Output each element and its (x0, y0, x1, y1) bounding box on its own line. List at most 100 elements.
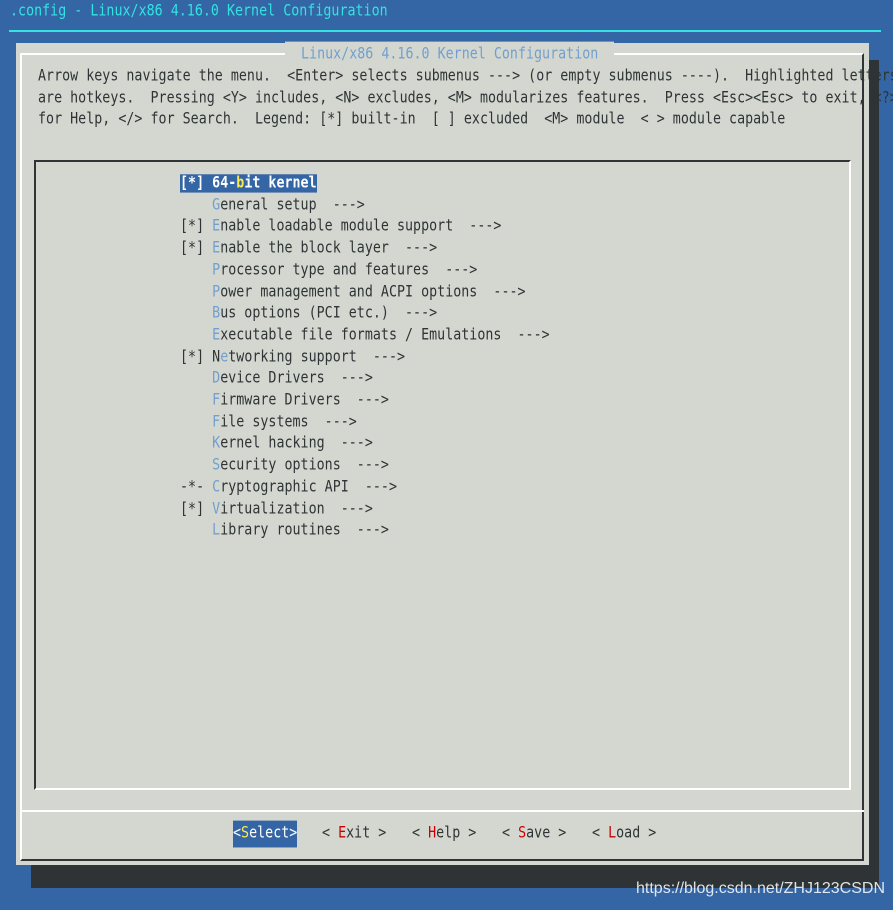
menu-item-state[interactable] (180, 391, 212, 409)
button-hotkey: L (608, 824, 617, 843)
window-title: .config - Linux/x86 4.16.0 Kernel Config… (10, 2, 388, 21)
button-hotkey: E (338, 824, 347, 843)
menu-item-hotkey: C (212, 478, 221, 497)
menu-item-label: irtualization ---> (220, 499, 373, 519)
menu-item-state[interactable] (180, 435, 212, 453)
menu-item-label: it kernel (244, 174, 317, 193)
button-help[interactable]: < Help > (412, 821, 476, 847)
menu-item-hotkey: P (212, 261, 221, 280)
menu-item-content: -*- Cryptographic API ---> (180, 478, 397, 496)
menu-item-content: Power management and ACPI options ---> (180, 283, 526, 301)
menu-item-label-pre: N (212, 347, 221, 367)
menu-item-label: nable loadable module support ---> (220, 217, 502, 236)
menu-item-hotkey: F (212, 391, 221, 410)
button-label: oad (616, 824, 641, 843)
menu-item-label: ower management and ACPI options ---> (220, 282, 526, 302)
button-bracket: > (550, 824, 567, 843)
menu-item-hotkey: P (212, 282, 221, 302)
menu-item-state[interactable] (180, 261, 212, 279)
menu-item-hotkey: S (212, 456, 221, 475)
button-hotkey: H (428, 824, 437, 843)
menu-item-state[interactable] (180, 196, 212, 214)
menu-item-hotkey: K (212, 434, 221, 453)
button-save[interactable]: < Save > (502, 821, 566, 847)
menu-item-label: rocessor type and features ---> (220, 261, 478, 280)
button-bracket: < (233, 824, 242, 843)
button-bracket: > (289, 824, 298, 843)
button-hotkey: S (518, 824, 527, 843)
menu-item-content: Processor type and features ---> (180, 261, 477, 279)
menu-item-state[interactable] (180, 521, 212, 539)
menu-item-hotkey: D (212, 369, 221, 388)
button-bracket: > (460, 824, 477, 843)
watermark: https://blog.csdn.net/ZHJ123CSDN (636, 880, 886, 897)
menu-item-label: ile systems ---> (220, 412, 357, 432)
menu-item-content: General setup ---> (180, 196, 365, 214)
menu-item-label: ryptographic API ---> (220, 478, 397, 497)
button-hotkey: S (241, 824, 250, 843)
title-divider (9, 30, 881, 32)
menu-item-state[interactable]: [*] (180, 239, 212, 257)
menu-item-state[interactable] (180, 413, 212, 431)
menu-item-label: irmware Drivers ---> (220, 391, 389, 410)
menu-item-label: tworking support ---> (228, 347, 406, 367)
button-bracket: < (502, 824, 519, 843)
menu-item-state[interactable]: [*] (180, 500, 212, 518)
menu-item-content: Bus options (PCI etc.) ---> (180, 304, 437, 322)
menu-item-label: ernel hacking ---> (220, 434, 373, 453)
menu-item-content: [*] Enable loadable module support ---> (180, 218, 501, 236)
menu-item-hotkey: V (212, 499, 221, 519)
menu-item-content: Security options ---> (180, 456, 389, 474)
menu-item-label: ibrary routines ---> (220, 521, 389, 540)
menu-item-state[interactable] (180, 304, 212, 322)
menu-item-hotkey: F (212, 412, 221, 432)
menu-item-content: Executable file formats / Emulations ---… (180, 326, 550, 344)
menu-item-hotkey: B (212, 304, 221, 323)
button-load[interactable]: < Load > (592, 821, 656, 847)
menu-item-hotkey: E (212, 326, 221, 345)
button-separator (20, 810, 864, 812)
button-bracket: > (640, 824, 657, 843)
button-bracket: < (322, 824, 339, 843)
button-exit[interactable]: < Exit > (322, 821, 386, 847)
button-select[interactable]: <Select> (233, 820, 298, 848)
menu-item-label: eneral setup ---> (220, 195, 365, 215)
menu-item-label: nable the block layer ---> (220, 239, 438, 258)
menu-item-state[interactable] (180, 283, 212, 301)
menu-item-content: File systems ---> (180, 413, 357, 431)
menu-item-state[interactable] (180, 326, 212, 344)
menu-item-state[interactable]: [*] (180, 218, 212, 236)
menu-item-state[interactable] (180, 370, 212, 388)
menu-item-hotkey: E (212, 239, 221, 258)
menu-item-content: Kernel hacking ---> (180, 435, 373, 453)
menu-item-content: Firmware Drivers ---> (180, 391, 389, 409)
button-bracket: < (592, 824, 609, 843)
menu-list (34, 160, 851, 790)
button-label: ave (526, 824, 551, 843)
menu-item-label: xecutable file formats / Emulations ---> (220, 326, 550, 345)
menu-item-label: us options (PCI etc.) ---> (220, 304, 438, 323)
button-bracket: > (370, 824, 387, 843)
help-text-line: for Help, </> for Search. Legend: [*] bu… (38, 110, 786, 129)
menu-item-state[interactable]: -*- (180, 478, 212, 496)
menu-item-hotkey: L (212, 521, 221, 540)
menu-item[interactable]: Library routines ---> (180, 518, 389, 544)
menu-item-content: Device Drivers ---> (180, 370, 373, 388)
menu-item-content: [*] Networking support ---> (180, 348, 405, 366)
button-bracket: < (412, 824, 429, 843)
menu-item-label: evice Drivers ---> (220, 369, 373, 388)
menu-item-content: [*] Virtualization ---> (180, 500, 373, 518)
button-label: elp (436, 824, 461, 843)
menu-item-label: ecurity options ---> (220, 456, 389, 475)
menu-item-hotkey: E (212, 217, 221, 236)
menu-item-content: [*] Enable the block layer ---> (180, 239, 437, 257)
button-label: xit (346, 824, 371, 843)
menu-item-state[interactable]: [*] (180, 348, 212, 366)
menu-item-content: Library routines ---> (180, 521, 389, 539)
menu-item-hotkey: G (212, 195, 221, 215)
menu-item-label-pre: 64- (212, 174, 237, 193)
button-label: elect (249, 824, 290, 843)
menu-item-content: [*] 64-bit kernel (180, 174, 317, 193)
menu-item-state[interactable] (180, 456, 212, 474)
menu-item-state[interactable]: [*] (180, 174, 212, 192)
